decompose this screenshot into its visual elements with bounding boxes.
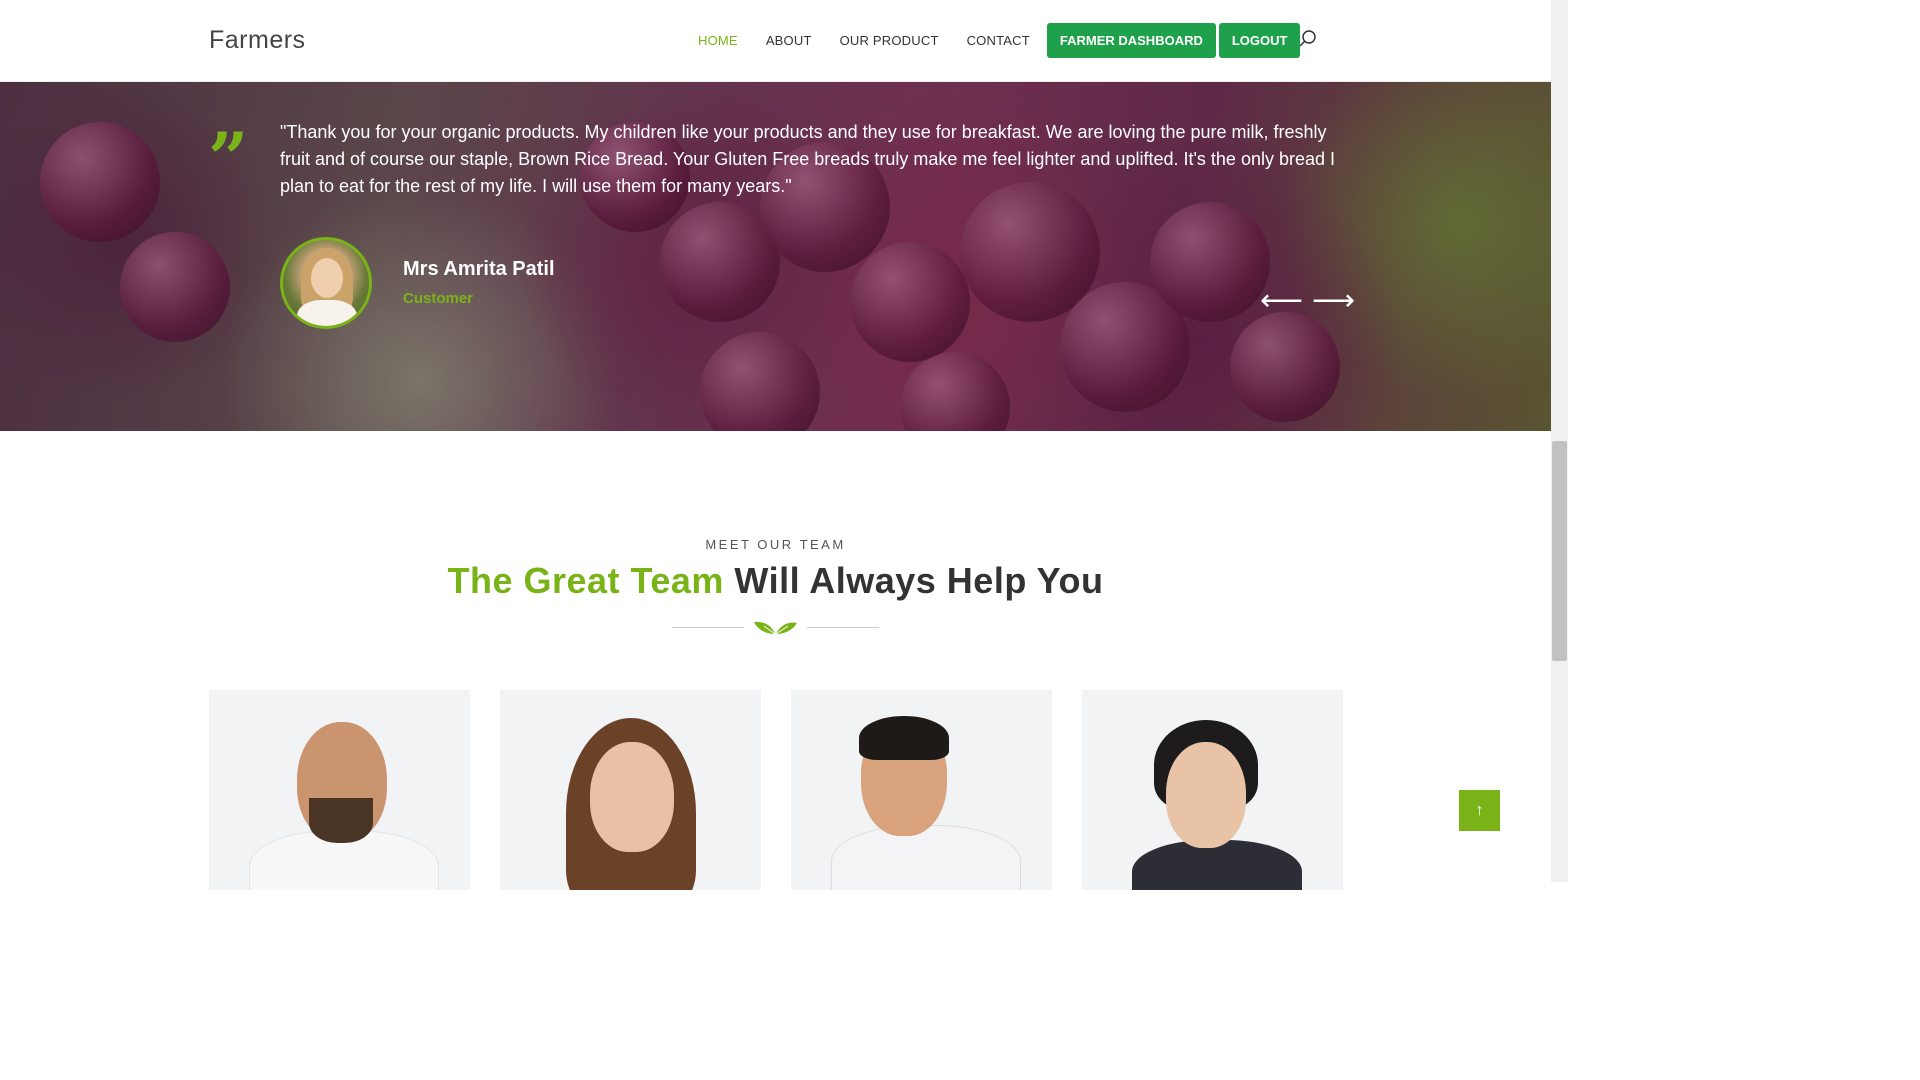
customer-role: Customer: [403, 290, 474, 307]
site-header: Farmers HOME ABOUT OUR PRODUCT CONTACT F…: [0, 0, 1551, 82]
member-photo-head: [590, 742, 674, 852]
member-photo-beard: [309, 798, 373, 843]
quote-icon: ”: [208, 117, 249, 200]
team-member-card[interactable]: [500, 690, 761, 890]
nav-home[interactable]: HOME: [684, 33, 752, 48]
customer-avatar: [280, 237, 372, 329]
nav-our-product[interactable]: OUR PRODUCT: [826, 33, 953, 48]
site-brand[interactable]: Farmers: [209, 26, 306, 55]
avatar-body: [297, 300, 357, 326]
page-scrollbar[interactable]: [1551, 0, 1568, 882]
team-member-card[interactable]: [1082, 690, 1343, 890]
member-photo-body: [1132, 840, 1302, 890]
team-title-rest: Will Always Help You: [723, 560, 1104, 601]
logout-button[interactable]: LOGOUT: [1218, 23, 1301, 58]
farmer-dashboard-button[interactable]: FARMER DASHBOARD: [1046, 23, 1216, 58]
back-to-top-button[interactable]: ↑: [1459, 790, 1500, 831]
divider-line: [672, 627, 744, 628]
team-member-card[interactable]: [209, 690, 470, 890]
scrollbar-thumb[interactable]: [1552, 441, 1567, 661]
member-photo-hair: [859, 716, 949, 760]
nav-about[interactable]: ABOUT: [752, 33, 826, 48]
leaf-icon: [754, 621, 797, 635]
testimonial-section: ” "Thank you for your organic products. …: [0, 82, 1551, 431]
main-nav: HOME ABOUT OUR PRODUCT CONTACT FARMER DA…: [684, 23, 1301, 58]
team-title: The Great Team Will Always Help You: [0, 560, 1551, 602]
team-member-card[interactable]: [791, 690, 1052, 890]
nav-contact[interactable]: CONTACT: [953, 33, 1044, 48]
member-photo-head: [1166, 742, 1246, 848]
member-photo-body: [831, 825, 1021, 890]
next-arrow-icon[interactable]: ⟶: [1312, 286, 1355, 316]
search-icon[interactable]: [1298, 29, 1318, 49]
divider-line: [807, 627, 879, 628]
team-kicker: MEET OUR TEAM: [705, 537, 846, 552]
avatar-face: [311, 258, 343, 298]
team-title-highlight: The Great Team: [447, 560, 724, 601]
prev-arrow-icon[interactable]: ⟵: [1260, 286, 1303, 316]
testimonial-text: "Thank you for your organic products. My…: [280, 122, 1336, 196]
section-divider: [672, 618, 879, 638]
customer-name: Mrs Amrita Patil: [403, 258, 555, 280]
